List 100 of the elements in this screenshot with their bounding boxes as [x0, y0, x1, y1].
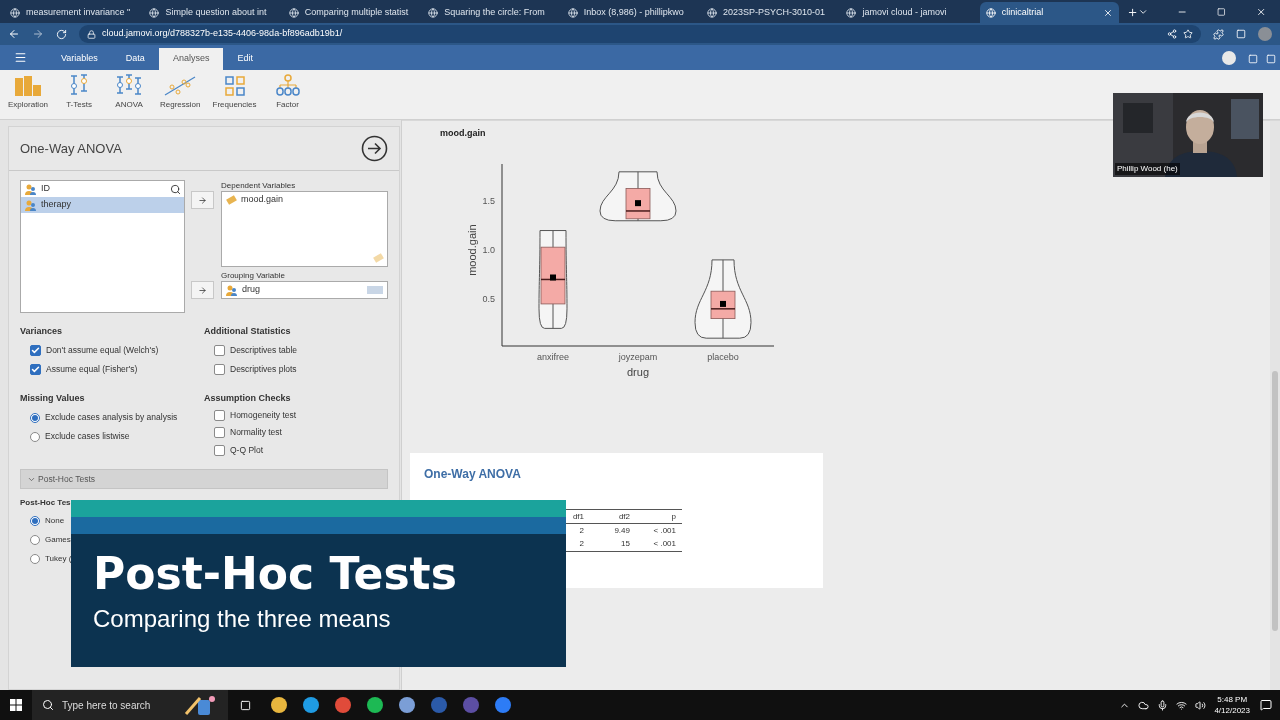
- app-icon[interactable]: [271, 697, 287, 713]
- reload-icon[interactable]: [56, 28, 67, 40]
- browser-tab[interactable]: jamovi cloud - jamovi: [840, 2, 980, 23]
- ribbon-button[interactable]: ANOVA: [110, 74, 149, 111]
- app-icon[interactable]: [335, 697, 351, 713]
- variable-item[interactable]: mood.gain: [222, 192, 387, 208]
- radio-button[interactable]: [30, 553, 40, 564]
- checkbox[interactable]: [214, 364, 225, 375]
- search-icon: [42, 699, 54, 711]
- extensions-icon[interactable]: [1213, 28, 1224, 40]
- radio-button[interactable]: [30, 534, 40, 545]
- ribbon-button[interactable]: Factor: [268, 74, 307, 111]
- error-bars-icon: [69, 74, 90, 96]
- axis-title: drug: [627, 366, 649, 378]
- address-bar[interactable]: cloud.jamovi.org/d788327b-e135-4406-98da-bf896adb19b1/: [79, 25, 1201, 43]
- close-icon[interactable]: [1255, 6, 1267, 18]
- move-arrow-button[interactable]: [191, 281, 214, 299]
- maximize-icon[interactable]: [1217, 7, 1226, 17]
- ribbon-button[interactable]: T-Tests: [60, 74, 99, 111]
- task-view-icon[interactable]: [240, 699, 251, 711]
- browser-tab[interactable]: Simple question about int: [143, 2, 283, 23]
- variable-item[interactable]: therapy: [21, 197, 184, 213]
- browser-tab[interactable]: measurement invariance ": [4, 2, 144, 23]
- tab-title: Squaring the circle: From: [444, 5, 546, 19]
- mean-point: [635, 200, 641, 207]
- browser-tab[interactable]: 2023SP-PSYCH-3010-01: [701, 2, 841, 23]
- variable-item[interactable]: ID: [21, 181, 184, 197]
- scatter-line-icon: [164, 76, 197, 96]
- cloud-icon[interactable]: [1138, 699, 1150, 711]
- app-icon[interactable]: [367, 697, 383, 713]
- microphone-icon[interactable]: [1157, 699, 1169, 711]
- checkbox[interactable]: [30, 364, 41, 375]
- dependent-variables-box[interactable]: mood.gain: [221, 191, 388, 267]
- browser-tab[interactable]: Squaring the circle: From: [422, 2, 562, 23]
- option-label: Normality test: [230, 426, 282, 440]
- app-icon[interactable]: [495, 697, 511, 713]
- menu-tab[interactable]: Analyses: [158, 48, 224, 70]
- grid-icon: [224, 76, 245, 96]
- share-icon[interactable]: [1167, 29, 1177, 39]
- taskbar-search-field[interactable]: Type here to search: [32, 690, 228, 720]
- tab-title: clinicaltrial: [1001, 5, 1045, 19]
- grouping-variable-field[interactable]: drug: [221, 281, 388, 299]
- ribbon-button[interactable]: Regression: [160, 76, 201, 111]
- option-label: Exclude cases listwise: [45, 430, 130, 443]
- mean-point: [720, 300, 726, 307]
- tab-title: measurement invariance ": [26, 5, 132, 19]
- app-icon[interactable]: [399, 697, 415, 713]
- app-icon[interactable]: [303, 697, 319, 713]
- variable-types-icon: [367, 286, 383, 294]
- radio-button[interactable]: [30, 431, 40, 442]
- bar-chart-icon: [15, 76, 41, 96]
- clock[interactable]: 5:48 PM 4/12/2023: [1214, 694, 1250, 716]
- table-cell: < .001: [636, 523, 682, 538]
- user-avatar[interactable]: [1222, 51, 1236, 65]
- menu-icon[interactable]: [14, 51, 27, 64]
- tick-label: 0.5: [482, 294, 495, 305]
- tab-title: Simple question about int: [165, 5, 268, 19]
- checkbox[interactable]: [214, 409, 225, 421]
- notifications-icon[interactable]: [1260, 699, 1272, 711]
- browser-tab[interactable]: Comparing multiple statist: [282, 2, 423, 23]
- section-heading: Missing Values: [20, 392, 86, 405]
- menu-tab[interactable]: Variables: [47, 48, 112, 70]
- network-icon[interactable]: [1176, 699, 1188, 711]
- windows-logo-icon[interactable]: [10, 699, 22, 711]
- radio-button[interactable]: [30, 515, 40, 526]
- collapsible-section-header[interactable]: Post-Hoc Tests: [20, 469, 388, 489]
- tab-favicon-icon: [288, 7, 299, 18]
- arrow-right-icon[interactable]: [361, 135, 388, 162]
- checkbox[interactable]: [214, 444, 225, 456]
- table-cell: < .001: [636, 537, 682, 552]
- checkbox[interactable]: [30, 345, 41, 356]
- checkbox[interactable]: [214, 345, 225, 356]
- option-label: Exclude cases analysis by analysis: [45, 411, 178, 424]
- pencil-cup-icon: [184, 694, 218, 716]
- close-icon[interactable]: [1103, 7, 1114, 18]
- scrollbar[interactable]: [1270, 121, 1280, 690]
- option-label: Assume equal (Fisher's): [46, 363, 138, 376]
- browser-tab[interactable]: clinicaltrial: [979, 2, 1120, 23]
- nominal-variable-icon: [25, 183, 37, 195]
- checkbox[interactable]: [214, 427, 225, 439]
- browser-tab[interactable]: Inbox (8,986) - phillipkwo: [561, 2, 702, 23]
- tick-label: anxifree: [537, 352, 569, 362]
- bookmark-icon[interactable]: [1183, 29, 1193, 39]
- back-icon[interactable]: [8, 28, 20, 40]
- search-icon[interactable]: [170, 184, 181, 195]
- ribbon-button[interactable]: Exploration: [8, 76, 49, 111]
- volume-icon[interactable]: [1195, 699, 1207, 711]
- option-label: Don't assume equal (Welch's): [46, 344, 159, 357]
- tab-favicon-icon: [707, 7, 718, 18]
- option-label: Tukey (: [45, 552, 72, 565]
- sidebar-icon[interactable]: [1236, 29, 1246, 39]
- ribbon-button[interactable]: Frequencies: [212, 76, 257, 111]
- radio-button[interactable]: [30, 412, 40, 423]
- tab-title: 2023SP-PSYCH-3010-01: [723, 5, 827, 19]
- move-arrow-button[interactable]: [191, 191, 214, 209]
- menu-tab[interactable]: Edit: [223, 48, 267, 70]
- column-header: df1: [566, 509, 590, 524]
- new-tab-icon[interactable]: [1127, 6, 1139, 19]
- menu-tab[interactable]: Data: [111, 48, 159, 70]
- tab-favicon-icon: [567, 7, 578, 18]
